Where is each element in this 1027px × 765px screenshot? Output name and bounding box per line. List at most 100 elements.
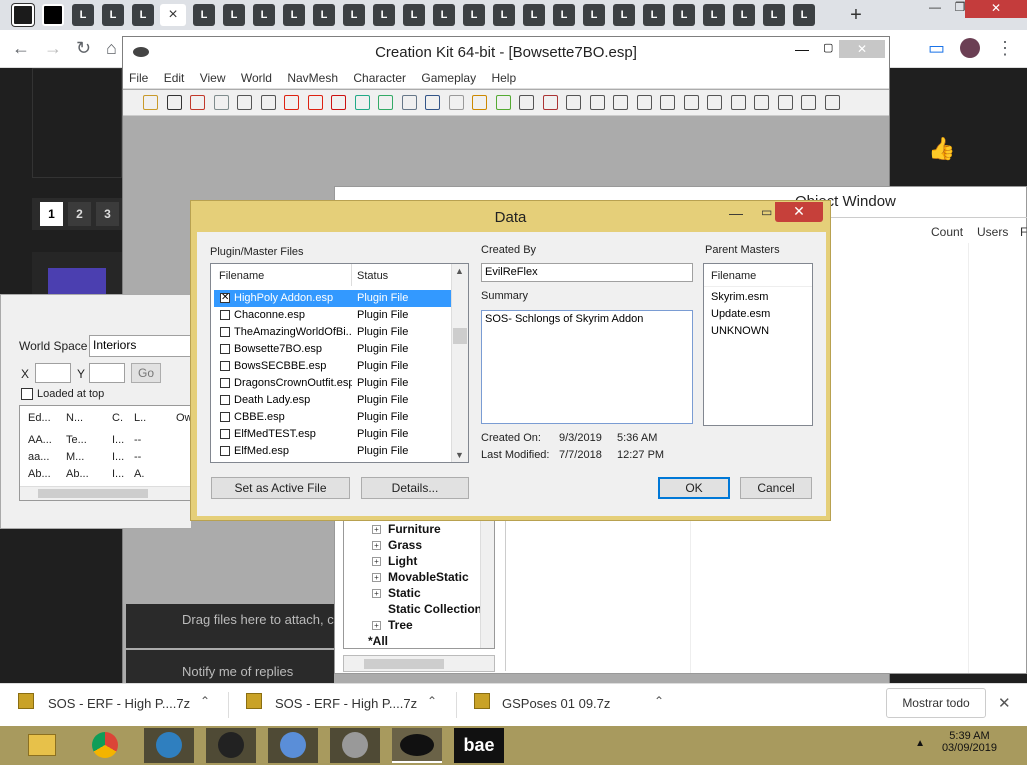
plugin-checkbox[interactable] — [220, 344, 230, 354]
toolbar-tool-icon[interactable] — [589, 95, 605, 110]
column-users[interactable]: Users — [977, 225, 1008, 239]
menu-view[interactable]: View — [194, 69, 232, 87]
tree-item[interactable]: Static — [388, 586, 421, 600]
menu-gameplay[interactable]: Gameplay — [415, 69, 482, 87]
tab-item[interactable]: L — [643, 4, 665, 26]
avatar[interactable] — [960, 38, 980, 58]
scroll-thumb[interactable] — [364, 659, 444, 669]
toolbar-tool-icon[interactable] — [472, 95, 487, 110]
tab-item[interactable]: L — [373, 4, 395, 26]
tab-item[interactable]: L — [193, 4, 215, 26]
menu-world[interactable]: World — [235, 69, 278, 87]
plugin-file-row[interactable]: Chaconne.esp Plugin File — [214, 307, 452, 324]
plugin-checkbox[interactable] — [220, 310, 230, 320]
toolbar-tool-icon[interactable] — [425, 95, 440, 110]
expand-icon[interactable]: + — [372, 541, 381, 550]
active-tab-close-icon[interactable]: × — [160, 4, 186, 26]
y-input[interactable] — [89, 363, 125, 383]
toolbar-tool-icon[interactable] — [660, 95, 675, 110]
tab-item[interactable]: L — [403, 4, 425, 26]
tab-item[interactable]: L — [313, 4, 335, 26]
tab-black-icon[interactable] — [42, 4, 64, 26]
plugin-file-row[interactable]: BowsSECBBE.esp Plugin File — [214, 358, 452, 375]
toolbar-tool-icon[interactable] — [401, 95, 417, 110]
menu-dots-icon[interactable]: ⋮ — [996, 38, 1014, 59]
dialog-maximize-icon[interactable]: ▭ — [761, 205, 772, 219]
toolbar-tool-icon[interactable] — [519, 95, 534, 110]
thumbs-up-icon[interactable]: 👍 — [928, 136, 958, 166]
toolbar-tool-icon[interactable] — [636, 95, 652, 110]
tab-item[interactable]: L — [223, 4, 245, 26]
page-1-button[interactable]: 1 — [40, 202, 63, 226]
masters-filename-header[interactable]: Filename — [711, 270, 756, 282]
browser-close-icon[interactable]: ✕ — [965, 0, 1027, 18]
tab-item[interactable]: L — [733, 4, 755, 26]
clock[interactable]: 5:39 AM 03/09/2019 — [942, 730, 997, 754]
plugin-checkbox[interactable] — [220, 446, 230, 456]
set-active-file-button[interactable]: Set as Active File — [211, 477, 350, 499]
app-icon[interactable] — [144, 728, 194, 763]
go-button[interactable]: Go — [131, 363, 161, 383]
expand-icon[interactable]: + — [372, 573, 381, 582]
forward-icon[interactable]: → — [44, 38, 62, 59]
tab-item[interactable]: L — [793, 4, 815, 26]
plugin-checkbox[interactable] — [220, 429, 230, 439]
plugin-file-row[interactable]: DragonsCrownOutfit.esp Plugin File — [214, 375, 452, 392]
toolbar-tool-icon[interactable] — [542, 95, 558, 110]
expand-icon[interactable]: + — [372, 557, 381, 566]
back-icon[interactable]: ← — [12, 38, 30, 59]
tab-item[interactable]: L — [493, 4, 515, 26]
toolbar-tool-icon[interactable] — [378, 95, 393, 110]
show-all-button[interactable]: Mostrar todo — [886, 688, 986, 718]
menu-character[interactable]: Character — [347, 69, 412, 87]
download-item[interactable]: SOS - ERF - High P....7z — [275, 696, 417, 711]
toolbar-tool-icon[interactable] — [190, 95, 205, 110]
app-icon[interactable] — [268, 728, 318, 763]
dialog-close-icon[interactable]: ✕ — [775, 202, 823, 222]
column-fo[interactable]: Fo — [1020, 225, 1027, 239]
page-2-button[interactable]: 2 — [68, 202, 91, 226]
tab-item[interactable]: L — [613, 4, 635, 26]
toolbar-tool-icon[interactable] — [566, 95, 581, 110]
toolbar-tool-icon[interactable] — [331, 95, 346, 110]
plugin-file-row[interactable]: ElfMedTEST.esp Plugin File — [214, 426, 452, 443]
tab-item[interactable]: L — [583, 4, 605, 26]
toolbar-tool-icon[interactable] — [307, 95, 323, 110]
cancel-button[interactable]: Cancel — [740, 477, 812, 499]
toolbar-tool-icon[interactable] — [730, 95, 746, 110]
tree-item[interactable]: *All — [368, 634, 388, 648]
master-item[interactable]: Skyrim.esm — [711, 291, 768, 303]
summary-textarea[interactable]: SOS- Schlongs of Skyrim Addon — [481, 310, 693, 424]
menu-navmesh[interactable]: NavMesh — [281, 69, 344, 87]
tab-item[interactable]: L — [763, 4, 785, 26]
master-item[interactable]: Update.esm — [711, 308, 770, 320]
cell-col-header[interactable]: C. — [112, 412, 123, 424]
plugin-checkbox[interactable] — [220, 395, 230, 405]
toolbar-tool-icon[interactable] — [354, 95, 370, 110]
menu-edit[interactable]: Edit — [158, 69, 191, 87]
toolbar-tool-icon[interactable] — [284, 95, 299, 110]
notify-option[interactable]: Notify me of replies — [126, 650, 334, 683]
tab-item[interactable]: L — [463, 4, 485, 26]
toolbar-tool-icon[interactable] — [166, 95, 182, 110]
ok-button[interactable]: OK — [658, 477, 730, 499]
bae-app-icon[interactable]: bae — [454, 728, 504, 763]
column-count[interactable]: Count — [931, 225, 963, 239]
scroll-thumb[interactable] — [38, 489, 148, 498]
plugin-file-row[interactable]: ✕ HighPoly Addon.esp Plugin File — [214, 290, 452, 307]
toolbar-tool-icon[interactable] — [613, 95, 628, 110]
ck-maximize-icon[interactable]: ▢ — [823, 41, 833, 54]
scroll-up-icon[interactable]: ▲ — [455, 266, 464, 276]
tab-item[interactable]: L — [703, 4, 725, 26]
dialog-minimize-icon[interactable]: — — [729, 205, 743, 221]
cell-hscrollbar[interactable] — [20, 486, 190, 500]
creation-kit-taskbar-icon[interactable] — [392, 728, 442, 763]
toolbar-tool-icon[interactable] — [754, 95, 769, 110]
toolbar-tool-icon[interactable] — [683, 95, 699, 110]
plugin-file-row[interactable]: TheAmazingWorldOfBi... Plugin File — [214, 324, 452, 341]
tab-creation-kit-icon[interactable] — [12, 4, 34, 26]
cast-icon[interactable]: ▭ — [928, 38, 945, 59]
loaded-at-top-checkbox[interactable] — [21, 388, 33, 400]
expand-icon[interactable]: + — [372, 589, 381, 598]
tree-item[interactable]: MovableStatic — [388, 570, 469, 584]
